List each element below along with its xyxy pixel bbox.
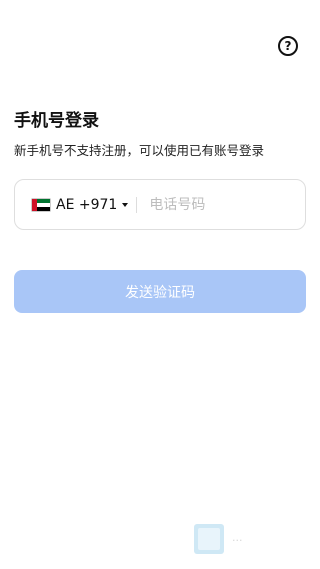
watermark-logo: ··· <box>194 524 243 554</box>
country-code-label: AE +971 <box>56 196 118 213</box>
question-circle-icon: ? <box>284 39 292 53</box>
send-code-button[interactable]: 发送验证码 <box>14 270 306 313</box>
phone-number-input[interactable] <box>149 196 300 213</box>
page-subtitle: 新手机号不支持注册，可以使用已有账号登录 <box>14 143 265 158</box>
caret-down-icon <box>122 203 129 207</box>
page-title: 手机号登录 <box>14 111 99 131</box>
svg-text:···: ··· <box>232 534 243 547</box>
country-code-selector[interactable]: AE +971 <box>32 196 129 213</box>
uae-flag-icon <box>32 198 50 211</box>
field-divider <box>136 196 138 213</box>
phone-field-container: AE +971 <box>14 179 306 230</box>
login-screen: ? 手机号登录 新手机号不支持注册，可以使用已有账号登录 AE +971 发送验… <box>0 0 320 569</box>
help-button[interactable]: ? <box>278 36 298 56</box>
